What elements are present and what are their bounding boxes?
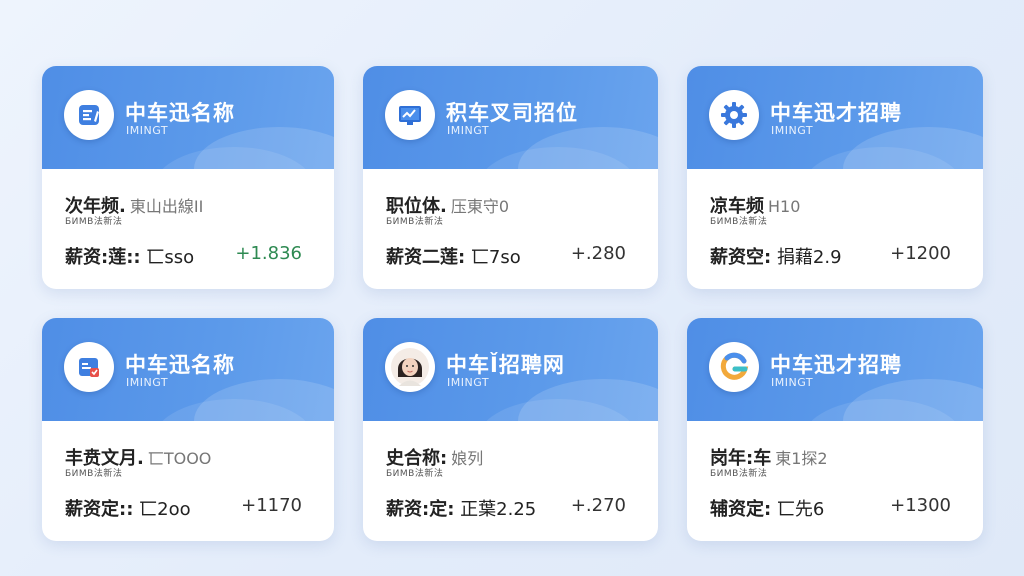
salary-delta: +1200 (890, 243, 951, 264)
salary-value: 匸2oo (139, 499, 191, 520)
document-pen-icon (64, 90, 114, 140)
salary-value: 匸7so (470, 247, 521, 268)
salary-delta: +.270 (570, 495, 626, 516)
salary-value: 匸sso (146, 247, 195, 268)
salary-value: 捐藉2.9 (776, 247, 842, 268)
card-header: 中车迅名称 IMINGT (42, 318, 334, 421)
company-subtitle: IMINGT (126, 376, 169, 389)
job-caption: БИМВ法新法 (65, 217, 123, 227)
job-card-grid: 中车迅名称 IMINGT 次年频. 東山出線ΙΙ БИМВ法新法 薪资:莲:: 匸… (42, 66, 983, 541)
salary-label: 薪资定:: (65, 499, 134, 520)
job-card[interactable]: 中车迅名称 IMINGT 丰贲文月. 匸ΤΟΟΟ БИМВ法新法 薪资定:: 匸2… (42, 318, 334, 541)
job-location: 压東守0 (450, 197, 510, 216)
company-subtitle: IMINGT (771, 376, 814, 389)
job-card[interactable]: 中车迅名称 IMINGT 次年频. 東山出線ΙΙ БИМВ法新法 薪资:莲:: 匸… (42, 66, 334, 289)
salary-row: 薪资:莲:: 匸sso (65, 243, 194, 269)
company-name[interactable]: 中车迅才招聘 (770, 349, 902, 379)
job-card[interactable]: 中车迅才招聘 IMINGT 凉车频 H10 БИМВ法新法 薪资空: 捐藉2.9 … (687, 66, 983, 289)
company-name[interactable]: 积车叉司招位 (446, 97, 578, 127)
job-location: H10 (768, 197, 801, 216)
job-location: 匸ΤΟΟΟ (147, 449, 212, 468)
job-caption: БИМВ法新法 (386, 469, 444, 479)
gear-icon (709, 90, 759, 140)
company-name[interactable]: 中车迅名称 (125, 97, 235, 127)
company-name[interactable]: 中车迅名称 (125, 349, 235, 379)
job-caption: БИМВ法新法 (65, 469, 123, 479)
job-caption: БИМВ法新法 (710, 469, 768, 479)
job-caption: БИМВ法新法 (710, 217, 768, 227)
card-header: 中车Ǐ招聘网 IMINGT (363, 318, 658, 421)
salary-label: 薪资:定: (386, 499, 455, 520)
salary-delta: +.280 (570, 243, 626, 264)
calendar-badge-icon (64, 342, 114, 392)
salary-row: 薪资定:: 匸2oo (65, 495, 191, 521)
card-header: 积车叉司招位 IMINGT (363, 66, 658, 169)
person-avatar-icon (385, 342, 435, 392)
salary-delta: +1170 (241, 495, 302, 516)
salary-value: 匸先6 (776, 499, 825, 520)
salary-row: 薪资:定: 正葉2.25 (386, 495, 536, 521)
card-header: 中车迅才招聘 IMINGT (687, 66, 983, 169)
company-subtitle: IMINGT (447, 376, 490, 389)
company-subtitle: IMINGT (447, 124, 490, 137)
salary-delta: +1300 (890, 495, 951, 516)
salary-row: 辅资定: 匸先6 (710, 495, 824, 521)
card-header: 中车迅名称 IMINGT (42, 66, 334, 169)
salary-label: 薪资二莲: (386, 247, 466, 268)
company-name[interactable]: 中车Ǐ招聘网 (446, 349, 565, 379)
salary-value: 正葉2.25 (460, 499, 537, 520)
salary-label: 薪资:莲:: (65, 247, 141, 268)
job-location: 娘列 (451, 449, 484, 468)
job-caption: БИМВ法新法 (386, 217, 444, 227)
company-subtitle: IMINGT (126, 124, 169, 137)
job-card[interactable]: 积车叉司招位 IMINGT 职位体. 压東守0 БИМВ法新法 薪资二莲: 匸7s… (363, 66, 658, 289)
card-header: 中车迅才招聘 IMINGT (687, 318, 983, 421)
job-location: 東1探2 (775, 449, 828, 468)
company-name[interactable]: 中车迅才招聘 (770, 97, 902, 127)
job-card[interactable]: 中车Ǐ招聘网 IMINGT 史合称: 娘列 БИМВ法新法 薪资:定: 正葉2.2… (363, 318, 658, 541)
company-subtitle: IMINGT (771, 124, 814, 137)
monitor-chart-icon (385, 90, 435, 140)
salary-delta: +1.836 (235, 243, 302, 264)
salary-row: 薪资二莲: 匸7so (386, 243, 521, 269)
salary-label: 薪资空: (710, 247, 772, 268)
job-location: 東山出線ΙΙ (129, 197, 204, 216)
salary-row: 薪资空: 捐藉2.9 (710, 243, 842, 269)
salary-label: 辅资定: (710, 499, 772, 520)
colorful-g-logo-icon (709, 342, 759, 392)
job-card[interactable]: 中车迅才招聘 IMINGT 岗年:车 東1探2 БИМВ法新法 辅资定: 匸先6 … (687, 318, 983, 541)
